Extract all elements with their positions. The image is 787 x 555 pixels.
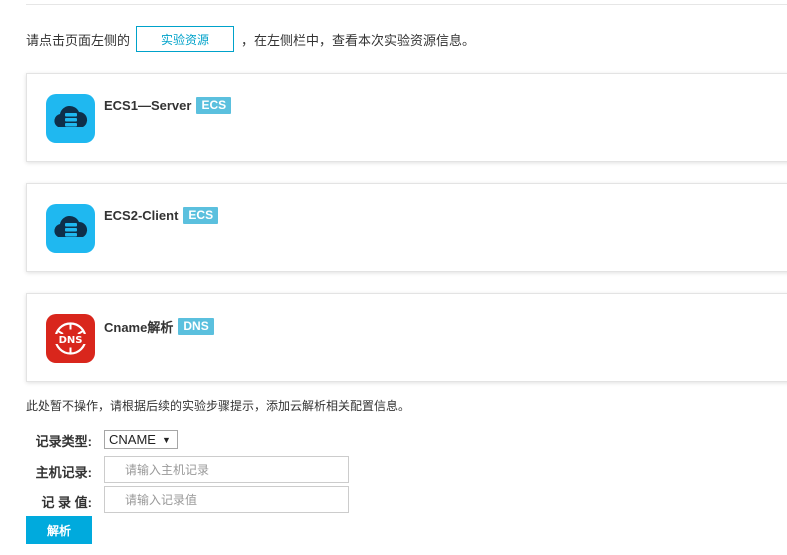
record-value-input[interactable]: 请输入记录值 [104, 486, 349, 513]
lab-resources-button[interactable]: 实验资源 [136, 26, 235, 52]
resource-type-badge: ECS [183, 207, 219, 224]
dns-icon: DNS [46, 314, 95, 363]
intro-suffix: ，在左侧栏中，查看本次实验资源信息。 [241, 32, 476, 48]
cloud-server-icon [46, 94, 95, 143]
resource-type-badge: ECS [196, 97, 232, 114]
resource-card-dns[interactable]: DNS Cname解析 DNS [26, 293, 787, 382]
svg-text:DNS: DNS [59, 335, 83, 346]
resource-card-ecs2[interactable]: ECS2-Client ECS [26, 183, 787, 272]
resource-card-ecs1[interactable]: ECS1—Server ECS [26, 73, 787, 162]
top-divider [26, 4, 787, 5]
chevron-down-icon: ▼ [161, 434, 171, 445]
resource-type-badge: DNS [178, 318, 214, 335]
instruction-note: 此处暂不操作，请根据后续的实验步骤提示，添加云解析相关配置信息。 [26, 399, 411, 413]
host-record-placeholder: 请输入主机记录 [125, 463, 210, 477]
resource-name: ECS1—Server [104, 98, 192, 113]
resolve-button[interactable]: 解析 [26, 516, 92, 544]
resource-name: ECS2-Client [104, 208, 179, 223]
intro-line: 请点击页面左侧的 实验资源 ，在左侧栏中，查看本次实验资源信息。 [26, 25, 475, 53]
resource-name: Cname解析 [104, 320, 174, 335]
cloud-server-icon [46, 204, 95, 253]
record-type-select[interactable]: CNAME ▼ [104, 430, 178, 449]
record-type-value: CNAME [109, 432, 156, 447]
record-type-label: 记录类型: [35, 434, 92, 449]
host-record-input[interactable]: 请输入主机记录 [104, 456, 349, 483]
record-value-placeholder: 请输入记录值 [125, 493, 198, 507]
record-value-label: 记 录 值: [41, 495, 92, 510]
intro-prefix: 请点击页面左侧的 [26, 32, 131, 48]
host-record-label: 主机记录: [35, 465, 92, 480]
